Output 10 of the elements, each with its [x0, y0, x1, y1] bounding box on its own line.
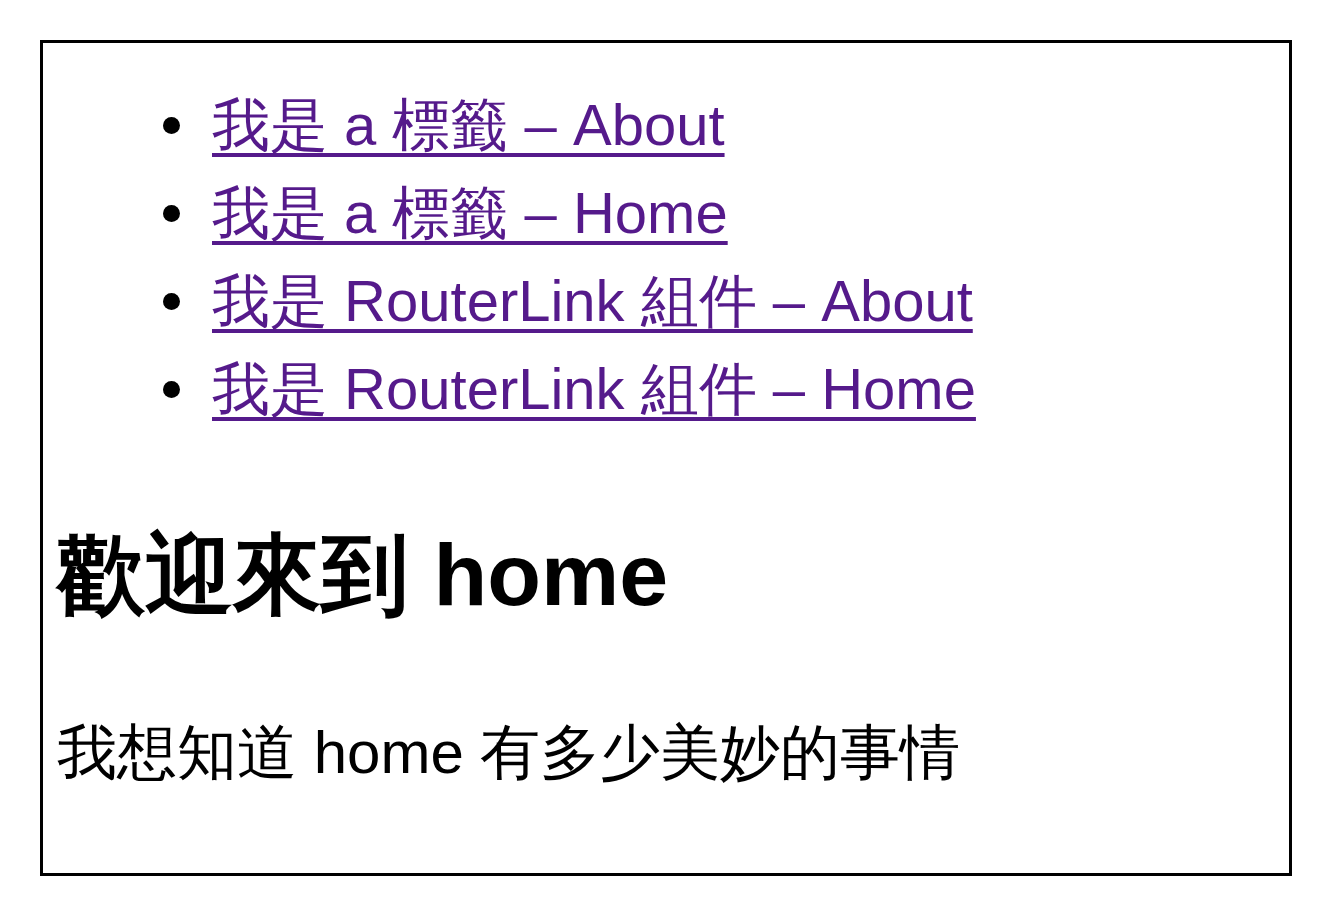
body-text: 我想知道 home 有多少美妙的事情 [57, 718, 961, 788]
bullet-icon [163, 292, 180, 310]
nav-link[interactable]: 我是 a 標籤 – About [212, 87, 725, 163]
nav-link[interactable]: 我是 a 標籤 – Home [212, 175, 728, 251]
bullet-icon [163, 204, 180, 222]
nav-link[interactable]: 我是 RouterLink 組件 – About [212, 263, 973, 339]
bullet-icon [163, 116, 180, 134]
nav-link[interactable]: 我是 RouterLink 組件 – Home [212, 351, 976, 427]
page-heading: 歡迎來到 home [57, 524, 669, 626]
bullet-icon [163, 380, 180, 398]
